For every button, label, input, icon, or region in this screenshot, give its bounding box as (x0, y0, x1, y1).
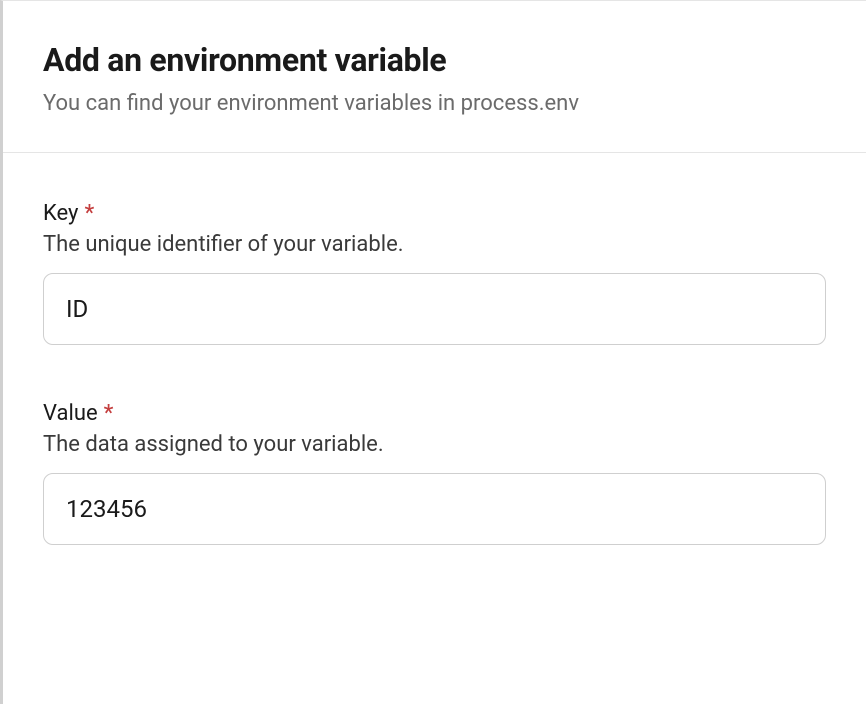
key-label-row: Key * (43, 201, 826, 226)
key-input[interactable] (43, 273, 826, 345)
required-asterisk-icon: * (84, 201, 94, 226)
value-description: The data assigned to your variable. (43, 432, 826, 457)
value-field-group: Value * The data assigned to your variab… (43, 401, 826, 545)
page-subtitle: You can find your environment variables … (43, 89, 826, 120)
value-label: Value (43, 401, 98, 426)
form-header: Add an environment variable You can find… (3, 1, 866, 153)
value-input[interactable] (43, 473, 826, 545)
page-title: Add an environment variable (43, 41, 826, 79)
env-var-form: Add an environment variable You can find… (0, 0, 866, 704)
required-asterisk-icon: * (104, 401, 114, 426)
key-field-group: Key * The unique identifier of your vari… (43, 201, 826, 345)
key-label: Key (43, 201, 78, 226)
form-body: Key * The unique identifier of your vari… (3, 153, 866, 641)
key-description: The unique identifier of your variable. (43, 232, 826, 257)
value-label-row: Value * (43, 401, 826, 426)
